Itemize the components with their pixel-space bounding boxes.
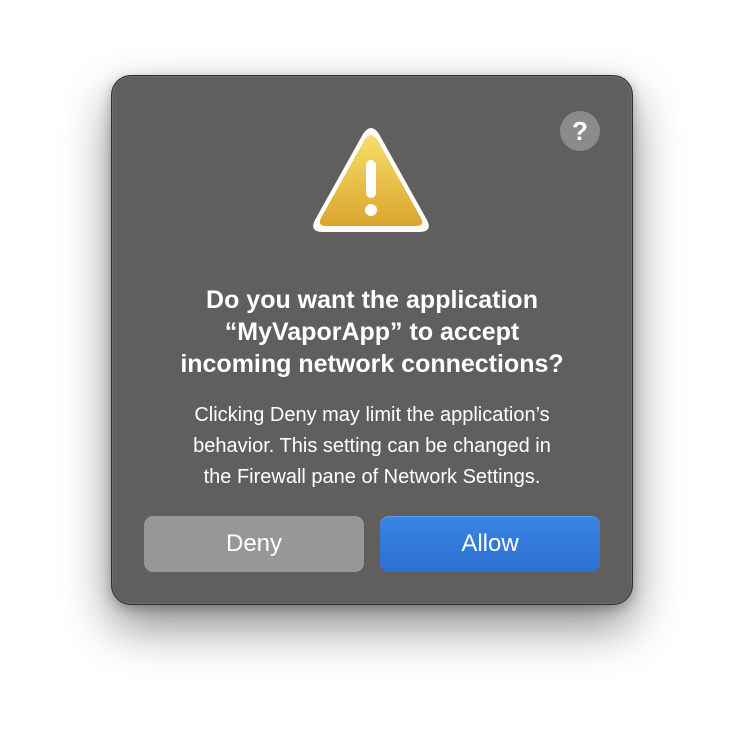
help-button[interactable]: ? [560, 111, 600, 151]
deny-button[interactable]: Deny [144, 516, 364, 572]
dialog-message: Clicking Deny may limit the application’… [142, 400, 602, 493]
allow-button[interactable]: Allow [380, 516, 600, 572]
dialog-title-line: incoming network connections? [180, 350, 564, 378]
help-icon: ? [572, 116, 588, 146]
dialog-title: Do you want the application “MyVaporApp”… [142, 284, 602, 380]
dialog-message-line: behavior. This setting can be changed in [193, 435, 551, 457]
dialog-message-line: Clicking Deny may limit the application’… [194, 404, 550, 426]
warning-triangle-icon [313, 128, 429, 232]
firewall-alert-dialog: ? Do you want the application “MyVaporAp… [111, 75, 633, 605]
screen: ? Do you want the application “MyVaporAp… [0, 0, 744, 752]
dialog-title-line: “MyVaporApp” to accept [224, 318, 520, 346]
dialog-message-line: the Firewall pane of Network Settings. [203, 466, 541, 488]
dialog-title-line: Do you want the application [206, 286, 538, 314]
